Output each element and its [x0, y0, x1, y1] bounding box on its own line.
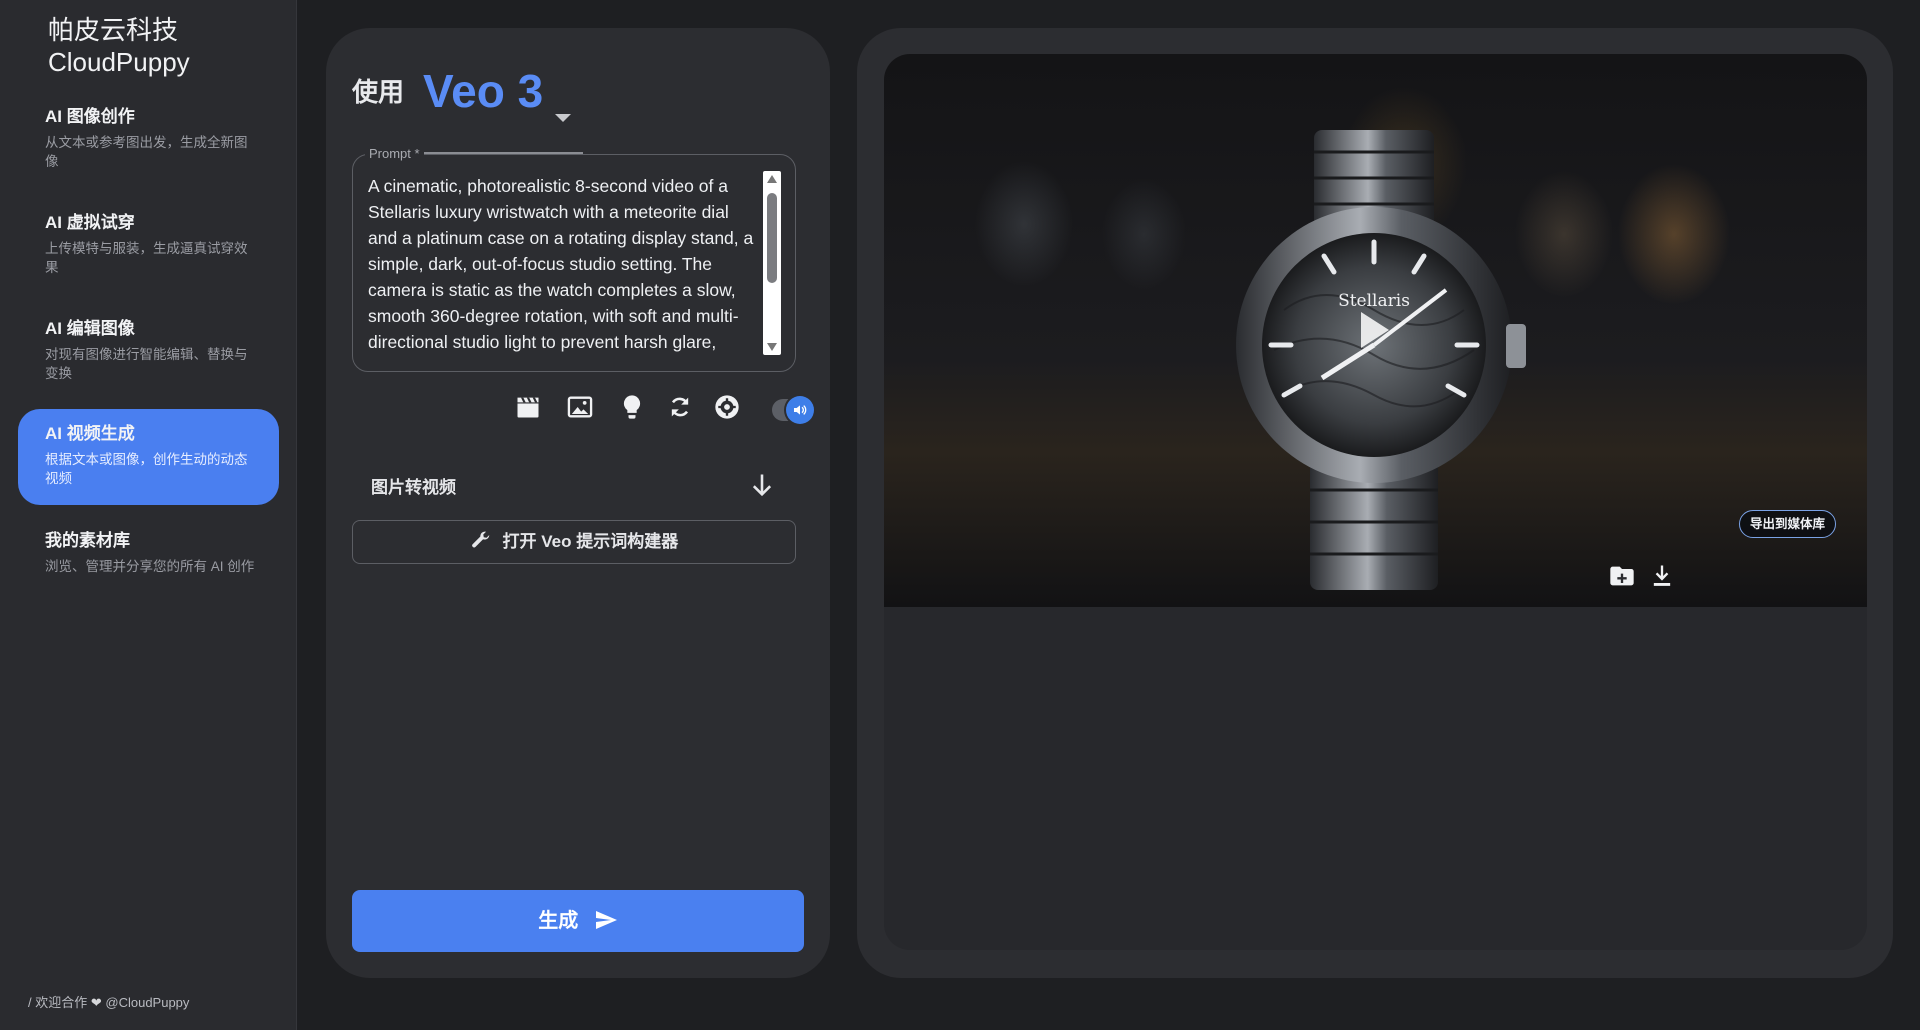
prompt-field[interactable]: Prompt * A cinematic, photorealistic 8-s… [352, 146, 796, 372]
sidebar-item-media-library[interactable]: 我的素材库 浏览、管理并分享您的所有 AI 创作 [18, 516, 279, 588]
model-select-value: Veo 3 [423, 65, 544, 117]
sidebar: 帕皮云科技 CloudPuppy AI 图像创作 从文本或参考图出发，生成全新图… [0, 0, 297, 1030]
sidebar-item-desc: 根据文本或图像，创作生动的动态视频 [45, 452, 248, 486]
sidebar-item-desc: 上传模特与服装，生成逼真试穿效果 [45, 241, 248, 275]
play-icon[interactable] [1361, 312, 1389, 348]
sidebar-item-desc: 从文本或参考图出发，生成全新图像 [45, 135, 248, 169]
heart-icon: ❤ [90, 995, 102, 1010]
refresh-icon[interactable] [666, 393, 698, 425]
sidebar-item-title: AI 虚拟试穿 [45, 213, 135, 232]
prompt-builder-button[interactable]: 打开 Veo 提示词构建器 [352, 520, 796, 564]
settings-icon[interactable] [713, 393, 745, 425]
lightbulb-icon[interactable] [618, 393, 650, 425]
generate-label: 生成 [538, 910, 579, 932]
arrow-down-icon[interactable] [748, 471, 776, 499]
watch-brand-text: Stellaris [1338, 291, 1410, 311]
sidebar-item-virtual-tryon[interactable]: AI 虚拟试穿 上传模特与服装，生成逼真试穿效果 [18, 198, 279, 289]
settings-panel: 使用 Veo 3 Prompt * A cinematic, photoreal… [326, 28, 830, 978]
audio-toggle[interactable] [772, 396, 814, 424]
footer-handle-link[interactable]: @CloudPuppy [105, 995, 189, 1010]
folder-add-icon[interactable] [1608, 562, 1636, 590]
image-to-video-section[interactable]: 图片转视频 [371, 473, 776, 503]
export-label: 导出到媒体库 [1750, 517, 1826, 531]
sidebar-item-title: AI 视频生成 [45, 424, 135, 443]
brand-logo[interactable]: 帕皮云科技 CloudPuppy [48, 14, 190, 78]
sidebar-item-image-edit[interactable]: AI 编辑图像 对现有图像进行智能编辑、替换与变换 [18, 304, 279, 395]
caret-down-icon [555, 114, 571, 122]
sidebar-item-desc: 浏览、管理并分享您的所有 AI 创作 [45, 559, 255, 574]
footer-prefix: / 欢迎合作 [28, 995, 88, 1010]
sidebar-item-title: AI 编辑图像 [45, 319, 135, 338]
speaker-icon [786, 396, 814, 424]
prompt-label: Prompt * [365, 146, 424, 161]
scroll-up-icon[interactable] [767, 175, 777, 183]
scroll-thumb[interactable] [767, 193, 777, 283]
sidebar-item-title: AI 图像创作 [45, 107, 135, 126]
export-to-library-button[interactable]: 导出到媒体库 [1739, 510, 1837, 538]
video-frame: Stellaris 导出到媒体库 [884, 54, 1867, 950]
prompt-builder-label: 打开 Veo 提示词构建器 [502, 532, 679, 551]
clapperboard-icon[interactable] [514, 393, 546, 425]
sidebar-item-video-generation[interactable]: AI 视频生成 根据文本或图像，创作生动的动态视频 [18, 409, 279, 505]
brand-name-en: CloudPuppy [48, 47, 190, 77]
prompt-textarea[interactable]: A cinematic, photorealistic 8-second vid… [368, 173, 758, 355]
generate-button[interactable]: 生成 [352, 890, 804, 952]
brand-name-cn: 帕皮云科技 [48, 15, 179, 45]
sidebar-item-image-creation[interactable]: AI 图像创作 从文本或参考图出发，生成全新图像 [18, 92, 279, 183]
send-icon [595, 911, 617, 929]
sidebar-footer: / 欢迎合作 ❤ @CloudPuppy [28, 992, 189, 1011]
use-label: 使用 [352, 77, 405, 107]
image-icon[interactable] [566, 393, 598, 425]
wrench-icon [471, 531, 490, 548]
prompt-scrollbar[interactable] [763, 171, 781, 355]
section-label: 图片转视频 [371, 478, 456, 497]
download-icon[interactable] [1648, 562, 1676, 590]
video-player[interactable]: Stellaris 导出到媒体库 [884, 54, 1867, 607]
watch-image: Stellaris [1236, 130, 1526, 590]
model-select[interactable]: Veo 3 [423, 58, 583, 154]
scroll-down-icon[interactable] [767, 343, 777, 351]
sidebar-item-title: 我的素材库 [45, 531, 130, 550]
preview-panel: Stellaris 导出到媒体库 [857, 28, 1893, 978]
sidebar-item-desc: 对现有图像进行智能编辑、替换与变换 [45, 347, 248, 381]
